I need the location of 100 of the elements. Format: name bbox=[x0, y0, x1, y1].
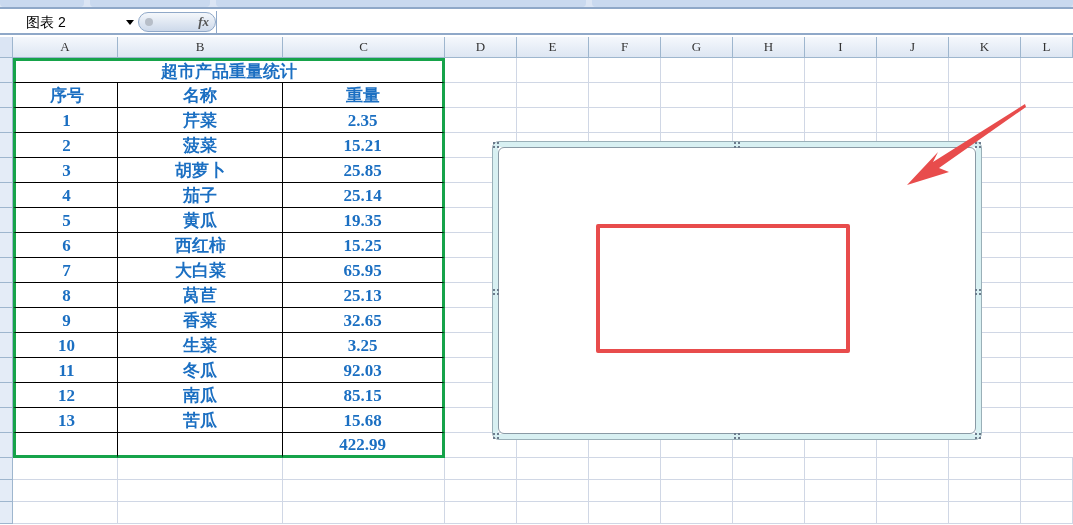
table-cell: 15.68 bbox=[283, 408, 445, 433]
resize-handle[interactable] bbox=[734, 142, 740, 148]
column-header[interactable]: G bbox=[661, 37, 733, 58]
table-cell: 3 bbox=[13, 158, 118, 183]
column-header[interactable]: L bbox=[1021, 37, 1073, 58]
table-cell: 25.85 bbox=[283, 158, 445, 183]
grid-cell[interactable] bbox=[589, 458, 661, 480]
row-header[interactable] bbox=[0, 408, 13, 433]
name-box[interactable]: 图表 2 bbox=[0, 11, 138, 33]
table-cell: 9 bbox=[13, 308, 118, 333]
table-cell: 5 bbox=[13, 208, 118, 233]
grid-cell[interactable] bbox=[118, 480, 283, 502]
grid-cell[interactable] bbox=[1021, 502, 1073, 524]
grid-cell[interactable] bbox=[733, 458, 805, 480]
grid-cell[interactable] bbox=[733, 480, 805, 502]
grid-cell[interactable] bbox=[589, 480, 661, 502]
column-heading: 重量 bbox=[283, 83, 445, 108]
row-header[interactable] bbox=[0, 458, 13, 480]
grid-cell[interactable] bbox=[445, 480, 517, 502]
grid-cell[interactable] bbox=[877, 480, 949, 502]
insert-function-button[interactable]: fx bbox=[198, 12, 209, 32]
grid-cell[interactable] bbox=[805, 480, 877, 502]
grid-cell[interactable] bbox=[13, 502, 118, 524]
column-header[interactable]: B bbox=[118, 37, 283, 58]
table-cell: 菠菜 bbox=[118, 133, 283, 158]
grid-cell[interactable] bbox=[949, 480, 1021, 502]
grid-cell[interactable] bbox=[118, 458, 283, 480]
grid-cell[interactable] bbox=[805, 458, 877, 480]
table-cell: 冬瓜 bbox=[118, 358, 283, 383]
grid-cell[interactable] bbox=[949, 458, 1021, 480]
row-header[interactable] bbox=[0, 208, 13, 233]
column-header[interactable]: I bbox=[805, 37, 877, 58]
table-cell: 25.13 bbox=[283, 283, 445, 308]
grid-cell[interactable] bbox=[877, 458, 949, 480]
table-cell: 苦瓜 bbox=[118, 408, 283, 433]
row-header[interactable] bbox=[0, 480, 13, 502]
row-header[interactable] bbox=[0, 108, 13, 133]
resize-handle[interactable] bbox=[975, 289, 981, 295]
table-title: 超市产品重量统计 bbox=[13, 58, 445, 83]
grid-cell[interactable] bbox=[517, 458, 589, 480]
row-header[interactable] bbox=[0, 333, 13, 358]
table-cell: 15.21 bbox=[283, 133, 445, 158]
select-all-corner[interactable] bbox=[0, 37, 13, 58]
grid-cell[interactable] bbox=[283, 458, 445, 480]
grid-cell[interactable] bbox=[283, 502, 445, 524]
table-cell: 12 bbox=[13, 383, 118, 408]
table-cell: 芹菜 bbox=[118, 108, 283, 133]
row-header[interactable] bbox=[0, 83, 13, 108]
row-header[interactable] bbox=[0, 502, 13, 524]
grid-cell[interactable] bbox=[1021, 458, 1073, 480]
grid-cell[interactable] bbox=[661, 502, 733, 524]
row-header[interactable] bbox=[0, 308, 13, 333]
table-cell: 生菜 bbox=[118, 333, 283, 358]
grid-cell[interactable] bbox=[661, 480, 733, 502]
grid-cell[interactable] bbox=[445, 458, 517, 480]
table-cell: 10 bbox=[13, 333, 118, 358]
table-cell: 2 bbox=[13, 133, 118, 158]
grid-cell[interactable] bbox=[805, 502, 877, 524]
column-header[interactable]: J bbox=[877, 37, 949, 58]
grid-cell[interactable] bbox=[517, 480, 589, 502]
column-header[interactable]: F bbox=[589, 37, 661, 58]
grid-cell[interactable] bbox=[733, 502, 805, 524]
column-header[interactable]: K bbox=[949, 37, 1021, 58]
row-header[interactable] bbox=[0, 158, 13, 183]
table-cell: 92.03 bbox=[283, 358, 445, 383]
row-header[interactable] bbox=[0, 283, 13, 308]
column-header[interactable]: A bbox=[13, 37, 118, 58]
resize-handle[interactable] bbox=[493, 142, 499, 148]
column-header[interactable]: D bbox=[445, 37, 517, 58]
grid-cell[interactable] bbox=[283, 480, 445, 502]
resize-handle[interactable] bbox=[493, 289, 499, 295]
grid-cell[interactable] bbox=[1021, 480, 1073, 502]
grid-cell[interactable] bbox=[517, 502, 589, 524]
row-header[interactable] bbox=[0, 258, 13, 283]
resize-handle[interactable] bbox=[493, 433, 499, 439]
dropdown-caret-icon bbox=[126, 19, 134, 25]
grid-cell[interactable] bbox=[13, 480, 118, 502]
column-header[interactable]: H bbox=[733, 37, 805, 58]
grid-cell[interactable] bbox=[13, 458, 118, 480]
column-header[interactable]: E bbox=[517, 37, 589, 58]
grid-cell[interactable] bbox=[445, 502, 517, 524]
row-header[interactable] bbox=[0, 133, 13, 158]
row-header[interactable] bbox=[0, 358, 13, 383]
total-cell: 422.99 bbox=[283, 433, 445, 458]
row-header[interactable] bbox=[0, 433, 13, 458]
grid-cell[interactable] bbox=[877, 502, 949, 524]
row-header[interactable] bbox=[0, 383, 13, 408]
table-cell: 19.35 bbox=[283, 208, 445, 233]
grid-cell[interactable] bbox=[949, 502, 1021, 524]
row-header[interactable] bbox=[0, 233, 13, 258]
table-cell: 莴苣 bbox=[118, 283, 283, 308]
grid-cell[interactable] bbox=[661, 458, 733, 480]
resize-handle[interactable] bbox=[975, 433, 981, 439]
resize-handle[interactable] bbox=[734, 433, 740, 439]
grid-cell[interactable] bbox=[589, 502, 661, 524]
column-header[interactable]: C bbox=[283, 37, 445, 58]
chart-area[interactable] bbox=[493, 142, 981, 439]
row-header[interactable] bbox=[0, 183, 13, 208]
grid-cell[interactable] bbox=[118, 502, 283, 524]
row-header[interactable] bbox=[0, 58, 13, 83]
